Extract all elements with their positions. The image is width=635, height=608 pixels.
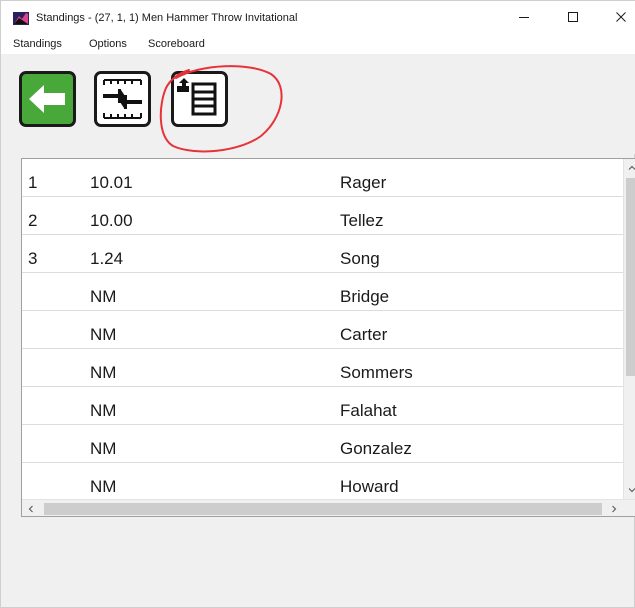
close-button[interactable] (598, 1, 635, 32)
standings-window: Standings - (27, 1, 1) Men Hammer Throw … (0, 0, 635, 608)
athlete-name-cell: Rager (340, 173, 387, 192)
title-bar: Standings - (27, 1, 1) Men Hammer Throw … (1, 1, 635, 32)
scroll-down-icon[interactable] (627, 485, 635, 495)
menu-scoreboard[interactable]: Scoreboard (148, 38, 205, 51)
athlete-name-cell: Sommers (340, 363, 413, 382)
rank-cell: 2 (28, 211, 38, 230)
mark-cell: NM (90, 477, 117, 496)
mark-cell: NM (90, 401, 117, 420)
athlete-name-cell: Carter (340, 325, 388, 344)
mark-cell: NM (90, 363, 117, 382)
horizontal-scrollbar[interactable] (22, 499, 635, 516)
app-icon (13, 12, 29, 25)
maximize-button[interactable] (550, 1, 596, 32)
export-list-icon (177, 78, 217, 116)
vertical-scroll-thumb[interactable] (626, 178, 635, 376)
table-row[interactable]: 3 1.24 Song (22, 235, 623, 273)
table-row[interactable]: 1 10.01 Rager (22, 159, 623, 197)
athlete-name-cell: Tellez (340, 211, 384, 230)
athlete-name-cell: Howard (340, 477, 399, 496)
sort-button[interactable] (94, 71, 151, 127)
scroll-up-icon[interactable] (627, 163, 635, 173)
menu-standings[interactable]: Standings (13, 38, 62, 51)
mark-cell: NM (90, 287, 117, 306)
scroll-right-icon[interactable] (609, 504, 619, 514)
athlete-name-cell: Gonzalez (340, 439, 412, 458)
scroll-left-icon[interactable] (26, 504, 36, 514)
standings-table[interactable]: 1 10.01 Rager 2 10.00 Tellez 3 1.24 Song… (21, 158, 635, 517)
minimize-icon (519, 16, 529, 18)
menu-options[interactable]: Options (89, 38, 127, 51)
mark-cell: 10.00 (90, 211, 133, 230)
back-arrow-icon (29, 85, 65, 113)
table-row[interactable]: NM Bridge (22, 273, 623, 311)
mark-cell: NM (90, 325, 117, 344)
menu-bar: Standings Options Scoreboard (1, 32, 635, 54)
mark-cell: 1.24 (90, 249, 124, 268)
table-row[interactable]: NM Howard (22, 463, 623, 501)
table-row[interactable]: 2 10.00 Tellez (22, 197, 623, 235)
close-icon (616, 11, 626, 22)
minimize-button[interactable] (501, 1, 547, 32)
mark-cell: 10.01 (90, 173, 133, 192)
window-title: Standings - (27, 1, 1) Men Hammer Throw … (36, 12, 298, 24)
horizontal-scroll-thumb[interactable] (44, 503, 602, 515)
table-row[interactable]: NM Sommers (22, 349, 623, 387)
athlete-name-cell: Song (340, 249, 380, 268)
mark-cell: NM (90, 439, 117, 458)
rank-cell: 1 (28, 173, 38, 192)
back-button[interactable] (19, 71, 76, 127)
athlete-name-cell: Falahat (340, 401, 397, 420)
toolbar (1, 54, 635, 154)
vertical-scrollbar[interactable] (623, 159, 635, 499)
athlete-name-cell: Bridge (340, 287, 390, 306)
table-row[interactable]: NM Carter (22, 311, 623, 349)
maximize-icon (568, 11, 578, 22)
rank-cell: 3 (28, 249, 38, 268)
table-row[interactable]: NM Gonzalez (22, 425, 623, 463)
export-standings-button[interactable] (171, 71, 228, 127)
sort-order-icon (103, 79, 142, 119)
table-row[interactable]: NM Falahat (22, 387, 623, 425)
